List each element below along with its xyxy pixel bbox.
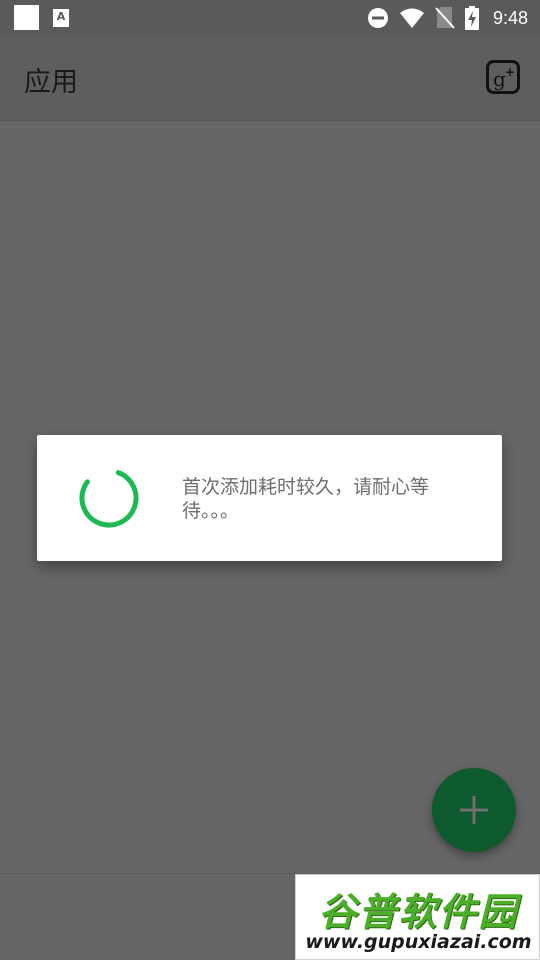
add-app-button[interactable] xyxy=(432,768,516,852)
watermark-url: www.gupuxiazai.com xyxy=(305,931,532,953)
plus-icon xyxy=(460,796,488,824)
loading-spinner-icon xyxy=(79,468,139,528)
square-notification-icon xyxy=(14,5,39,30)
battery-charging-icon xyxy=(464,6,479,30)
google-plus-icon[interactable]: g + xyxy=(486,60,520,94)
watermark-title: 谷普软件园 xyxy=(318,890,519,934)
loading-dialog: 首次添加耗时较久，请耐心等待。。。 xyxy=(37,435,502,561)
status-time: 9:48 xyxy=(492,7,528,28)
wifi-icon xyxy=(399,8,424,28)
font-a-notification-icon: A xyxy=(53,8,69,27)
do-not-disturb-icon xyxy=(367,8,388,28)
page-title: 应用 xyxy=(24,67,78,98)
watermark-logo: 谷普软件园 www.gupuxiazai.com xyxy=(295,874,540,960)
app-bar: 应用 g + xyxy=(0,36,540,121)
no-sim-icon xyxy=(435,7,455,29)
status-bar-left: A xyxy=(14,5,69,30)
dialog-message: 首次添加耗时较久，请耐心等待。。。 xyxy=(182,476,430,522)
status-bar: A 9:48 xyxy=(0,0,540,36)
status-bar-right: 9:48 xyxy=(367,5,528,31)
svg-text:+: + xyxy=(505,65,515,79)
